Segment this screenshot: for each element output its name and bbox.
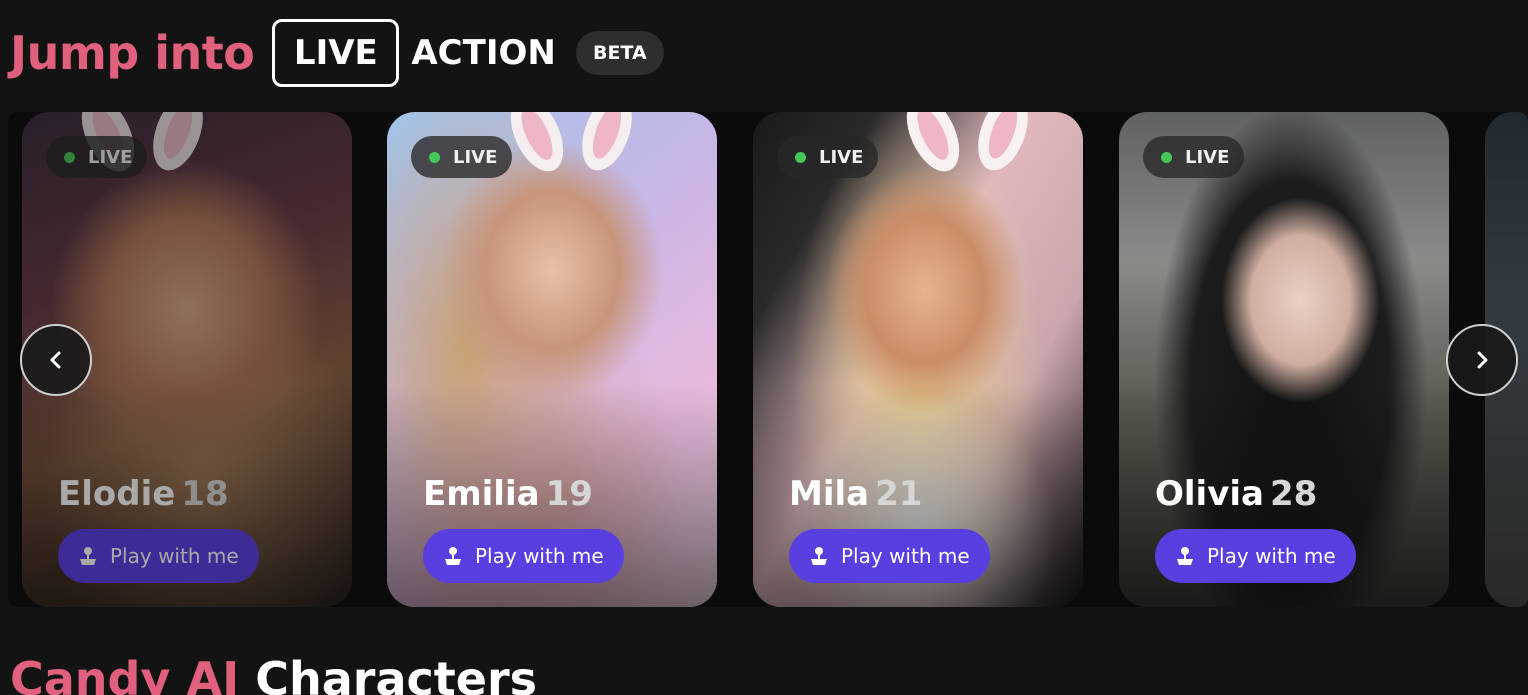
character-age: 19 [545, 474, 593, 514]
live-label: LIVE [453, 146, 498, 168]
live-dot-icon [1161, 151, 1172, 163]
chevron-right-icon [1477, 351, 1488, 369]
live-label: LIVE [88, 146, 133, 168]
live-dot-icon [795, 151, 806, 163]
character-name-age: Olivia 28 [1155, 474, 1317, 514]
character-age: 28 [1269, 474, 1318, 514]
chevron-left-icon [50, 351, 61, 369]
character-name-age: Elodie 18 [58, 474, 229, 514]
live-label: LIVE [819, 146, 864, 168]
play-with-me-button[interactable]: Play with me [58, 529, 259, 583]
character-name: Elodie [58, 474, 176, 514]
play-with-me-button[interactable]: Play with me [423, 529, 624, 583]
header-live-box: LIVE [272, 19, 400, 87]
live-badge: LIVE [1143, 136, 1244, 178]
joystick-icon [80, 547, 96, 565]
section-title-highlight: Candy AI [10, 652, 240, 695]
section-title-characters: Candy AI Characters [10, 652, 537, 695]
joystick-icon [445, 547, 461, 565]
section-title-rest: Characters [255, 652, 538, 695]
play-button-label: Play with me [841, 544, 970, 568]
play-button-label: Play with me [475, 544, 604, 568]
live-dot-icon [64, 151, 75, 163]
live-dot-icon [429, 151, 440, 163]
live-badge: LIVE [411, 136, 512, 178]
character-age: 18 [181, 474, 229, 514]
carousel-next-button[interactable] [1446, 324, 1518, 396]
live-badge: LIVE [46, 136, 147, 178]
live-label: LIVE [1185, 146, 1230, 168]
character-card-mila[interactable]: LIVE Mila 21 Play with me [753, 112, 1083, 607]
play-button-label: Play with me [1207, 544, 1336, 568]
joystick-icon [811, 547, 827, 565]
live-action-header: Jump into LIVE ACTION BETA [10, 19, 664, 87]
beta-badge: BETA [575, 31, 664, 75]
character-name: Olivia [1155, 474, 1264, 514]
header-action: ACTION [411, 33, 556, 73]
character-name: Emilia [423, 474, 540, 514]
play-button-label: Play with me [110, 544, 239, 568]
carousel-prev-button[interactable] [20, 324, 92, 396]
live-badge: LIVE [777, 136, 878, 178]
bunny-ears-icon [81, 112, 203, 172]
character-name: Mila [789, 474, 870, 514]
live-carousel: LIVE Elodie 18 Play with me LIVE Emilia 1 [8, 112, 1528, 607]
character-age: 21 [875, 474, 923, 514]
character-name-age: Mila 21 [789, 474, 922, 514]
play-with-me-button[interactable]: Play with me [1155, 529, 1356, 583]
character-card-olivia[interactable]: LIVE Olivia 28 Play with me [1119, 112, 1449, 607]
character-name-age: Emilia 19 [423, 474, 593, 514]
character-card-emilia[interactable]: LIVE Emilia 19 Play with me [387, 112, 717, 607]
play-with-me-button[interactable]: Play with me [789, 529, 990, 583]
joystick-icon [1177, 547, 1193, 565]
header-jump-into: Jump into [10, 26, 255, 80]
